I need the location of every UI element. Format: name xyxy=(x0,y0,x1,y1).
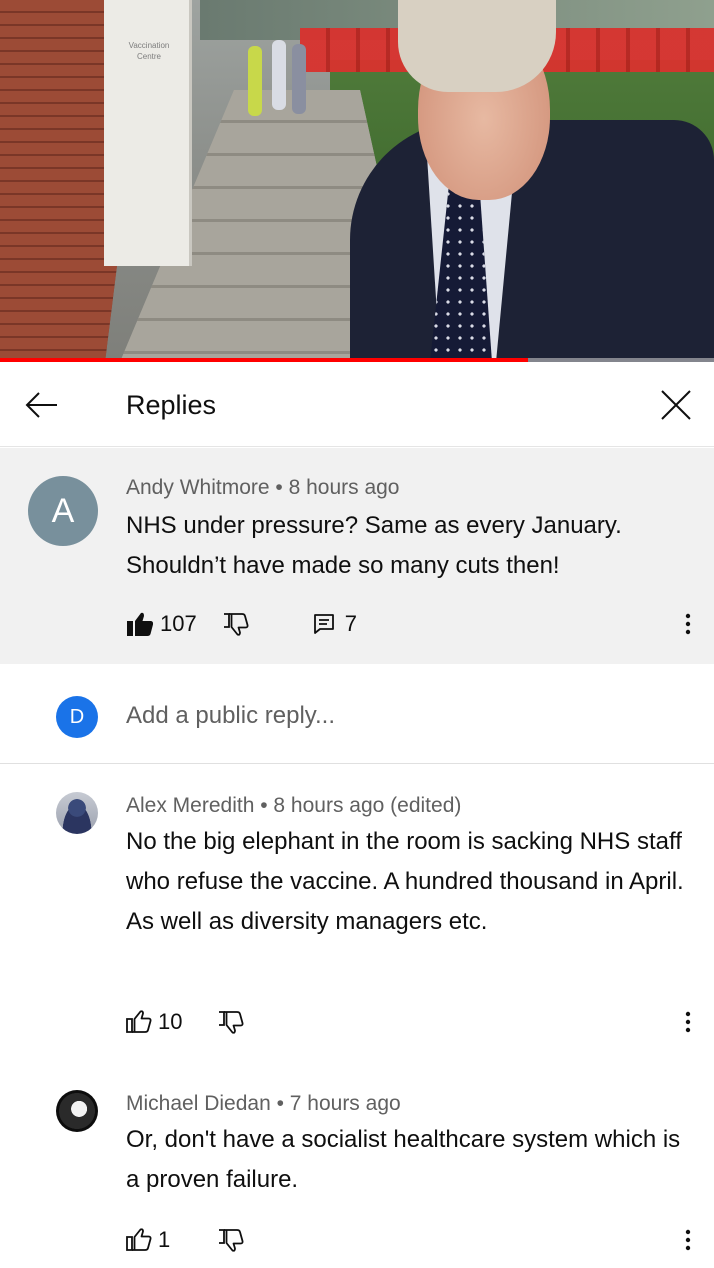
avatar[interactable] xyxy=(56,792,98,834)
comment-meta: Michael Diedan • 7 hours ago xyxy=(126,1092,401,1115)
like-count: 107 xyxy=(160,611,197,636)
user-avatar[interactable]: D xyxy=(56,696,98,738)
comment-actions: 1 xyxy=(126,1222,244,1258)
comment-text: No the big elephant in the room is sacki… xyxy=(126,828,684,935)
parent-comment: A Andy Whitmore • 8 hours ago NHS under … xyxy=(0,448,714,664)
like-count: 10 xyxy=(158,1009,183,1034)
more-vert-icon xyxy=(685,613,691,635)
reply-count: 7 xyxy=(344,611,357,636)
comment-text: NHS under pressure? Same as every Januar… xyxy=(126,512,622,579)
like-count: 1 xyxy=(158,1227,171,1252)
replies-count-button[interactable]: 7 xyxy=(313,611,357,637)
thumbs-down-icon xyxy=(223,613,249,636)
dislike-button[interactable] xyxy=(218,1228,244,1252)
reply-item: Alex Meredith • 8 hours ago (edited) No … xyxy=(0,766,714,1066)
close-button[interactable] xyxy=(652,383,700,427)
dislike-button[interactable] xyxy=(223,612,249,636)
more-vert-icon xyxy=(685,1229,691,1251)
avatar[interactable] xyxy=(56,1090,98,1132)
thumbs-down-icon xyxy=(219,1011,244,1034)
video-bystander xyxy=(272,40,286,110)
video-progress-bar[interactable] xyxy=(0,358,714,362)
comment-actions: 10 xyxy=(126,1004,244,1040)
like-button[interactable]: 1 xyxy=(126,1227,170,1253)
comment-meta: Andy Whitmore • 8 hours ago xyxy=(126,476,400,499)
comment-meta: Alex Meredith • 8 hours ago (edited) xyxy=(126,794,462,817)
comment-actions: 107 7 xyxy=(126,606,357,642)
video-player[interactable]: Vaccination Centre xyxy=(0,0,714,362)
thumbs-up-icon xyxy=(126,1010,152,1033)
thumbs-up-filled-icon xyxy=(127,612,154,636)
close-icon xyxy=(661,390,691,420)
video-sign-text: Vaccination Centre xyxy=(128,41,170,61)
comment-text: Or, don't have a socialist healthcare sy… xyxy=(126,1126,681,1193)
reply-item: Michael Diedan • 7 hours ago Or, don't h… xyxy=(0,1066,714,1268)
more-vert-icon xyxy=(685,1011,691,1033)
reply-composer: D xyxy=(0,664,714,764)
comment-icon xyxy=(313,614,334,634)
reply-input[interactable] xyxy=(126,696,666,736)
thumbs-down-icon xyxy=(219,1229,244,1252)
like-button[interactable]: 10 xyxy=(126,1009,182,1035)
dislike-button[interactable] xyxy=(218,1010,244,1034)
arrow-left-icon xyxy=(25,392,57,418)
avatar[interactable]: A xyxy=(28,476,98,546)
video-progress-fill xyxy=(0,358,529,362)
video-person-hair xyxy=(398,0,556,92)
video-bystander xyxy=(248,46,262,116)
page-title: Replies xyxy=(126,390,217,420)
more-options-button[interactable] xyxy=(672,604,704,644)
thumbs-up-icon xyxy=(126,1228,152,1251)
video-bystander xyxy=(292,44,306,114)
back-button[interactable] xyxy=(18,385,66,425)
like-button[interactable]: 107 xyxy=(126,611,197,637)
more-options-button[interactable] xyxy=(672,1002,704,1042)
more-options-button[interactable] xyxy=(672,1220,704,1260)
replies-header: Replies xyxy=(0,363,714,447)
